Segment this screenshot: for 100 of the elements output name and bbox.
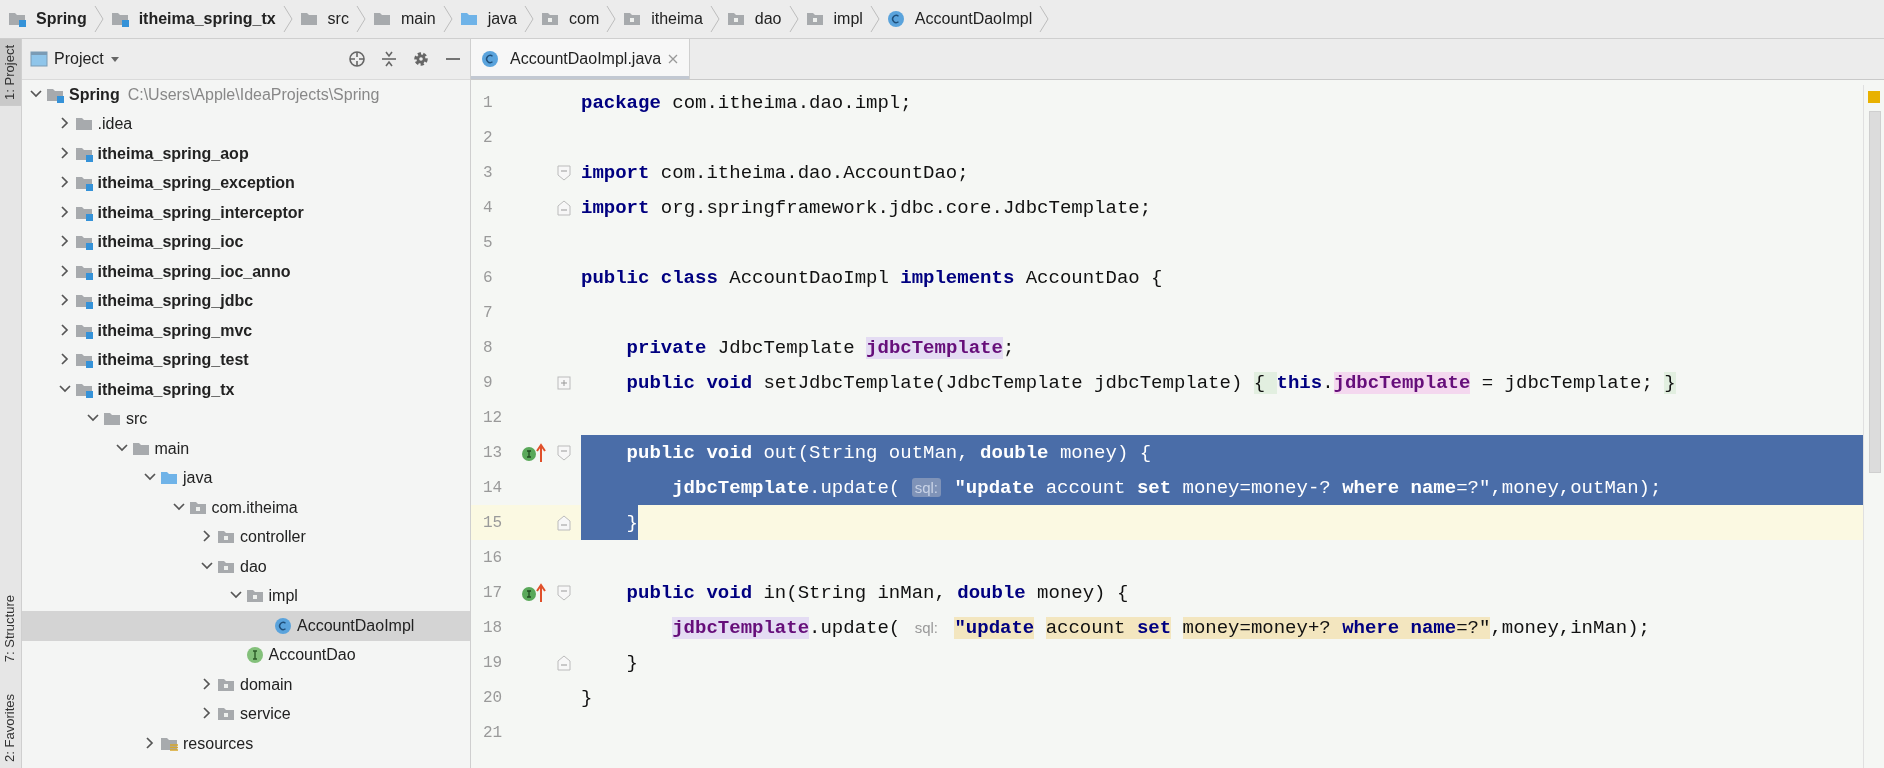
collapse-all-icon[interactable] — [380, 50, 398, 68]
scrollbar[interactable] — [1869, 111, 1881, 473]
tree-item[interactable]: com.itheima — [22, 493, 470, 523]
tool-window-tab[interactable]: 7: Structure — [0, 588, 21, 669]
line-number: 4 — [482, 198, 494, 217]
line-number: 19 — [482, 653, 504, 672]
line-number: 13 — [482, 443, 504, 462]
tree-item[interactable]: main — [22, 434, 470, 464]
tree-item-label: controller — [240, 528, 306, 547]
line-number: 17 — [482, 583, 504, 602]
tool-window-tab[interactable]: 2: Favorites — [0, 688, 21, 768]
line-number: 20 — [482, 688, 504, 707]
tree-item[interactable]: Spring C:\Users\Apple\IdeaProjects\Spring — [22, 80, 470, 110]
code-text: private JdbcTemplate jdbcTemplate; — [625, 335, 1015, 361]
module-folder-icon — [110, 10, 129, 28]
breadcrumb[interactable]: AccountDaoImpl — [882, 10, 1037, 28]
module-folder-icon — [8, 10, 26, 28]
code-text: public void in(String inMan, double money) { — [625, 580, 1129, 606]
package-icon — [623, 10, 642, 28]
chevron-separator-icon — [606, 4, 617, 34]
chevron-separator-icon — [442, 4, 453, 34]
tree-item-label: itheima_spring_tx — [97, 380, 235, 399]
tree-item[interactable]: resources — [22, 729, 470, 759]
tree-item[interactable]: itheima_spring_ioc_anno — [22, 257, 470, 287]
chevron-separator-icon — [355, 4, 366, 34]
chevron-separator-icon — [869, 4, 880, 34]
line-number: 14 — [482, 478, 504, 497]
class-icon — [274, 616, 292, 635]
tree-item[interactable]: itheima_spring_exception — [22, 168, 470, 198]
breadcrumb[interactable]: java — [455, 10, 521, 28]
locate-icon[interactable] — [348, 50, 366, 68]
tree-item[interactable]: itheima_spring_interceptor — [22, 198, 470, 228]
tree-item-label: itheima_spring_test — [97, 351, 249, 370]
code-text: package com.itheima.dao.impl; — [581, 90, 912, 116]
breadcrumb[interactable]: impl — [801, 10, 867, 28]
tree-item[interactable]: impl — [22, 581, 470, 611]
breadcrumb[interactable]: Spring — [4, 10, 91, 28]
chevron-separator-icon — [282, 4, 293, 34]
code-text: public void setJdbcTemplate(JdbcTemplate jdbcTemplate) { this.jdbcTemplate = jdbcTemplate; } — [625, 370, 1676, 396]
line-number: 3 — [482, 163, 494, 182]
breadcrumb[interactable]: main — [368, 10, 440, 28]
class-icon — [481, 50, 499, 68]
tree-item-label: main — [154, 439, 190, 458]
code-text: } — [625, 650, 638, 676]
interface-icon — [245, 646, 264, 665]
tree-item-label: src — [126, 410, 148, 429]
implements-marker-icon[interactable] — [521, 582, 547, 603]
breadcrumb[interactable]: src — [295, 10, 353, 28]
module-folder-icon — [74, 174, 93, 193]
tree-item[interactable]: service — [22, 699, 470, 729]
chevron-separator-icon — [709, 4, 720, 34]
tree-item[interactable]: java — [22, 463, 470, 493]
tree-item[interactable]: dao — [22, 552, 470, 582]
line-number: 2 — [482, 128, 494, 147]
tree-item[interactable]: itheima_spring_mvc — [22, 316, 470, 346]
module-folder-icon — [74, 292, 93, 311]
tree-item[interactable]: domain — [22, 670, 470, 700]
tool-window-tab[interactable]: 1: Project — [0, 39, 21, 106]
package-icon — [805, 10, 824, 28]
line-number: 5 — [482, 233, 494, 252]
tree-item[interactable]: AccountDaoImpl — [22, 611, 470, 641]
code-text: import org.springframework.jdbc.core.JdbcTemplate; — [581, 195, 1152, 221]
tree-item[interactable]: controller — [22, 522, 470, 552]
tree-item[interactable]: itheima_spring_aop — [22, 139, 470, 169]
tree-item[interactable]: itheima_spring_test — [22, 345, 470, 375]
breadcrumb[interactable]: dao — [722, 10, 786, 28]
tree-item[interactable]: .idea — [22, 109, 470, 139]
code-text: } — [581, 505, 638, 540]
project-view-dropdown[interactable]: Project — [30, 50, 120, 68]
caret-icon — [109, 55, 120, 63]
folder-icon — [299, 10, 318, 28]
tree-item-label: itheima_spring_aop — [97, 144, 249, 163]
tree-item-label: itheima_spring_ioc_anno — [97, 262, 291, 281]
editor-tab[interactable]: AccountDaoImpl.java — [471, 39, 691, 79]
code-text: jdbcTemplate.update( sql: "update account set money=money+? where name=?",money,inMan); — [671, 615, 1651, 641]
tree-item-label: itheima_spring_mvc — [97, 321, 253, 340]
line-number: 21 — [482, 723, 504, 742]
settings-icon[interactable] — [412, 50, 430, 68]
breadcrumb[interactable]: itheima_spring_tx — [106, 10, 280, 28]
tree-item-label: impl — [268, 587, 298, 606]
breadcrumb[interactable]: itheima — [619, 10, 707, 28]
package-icon — [541, 10, 559, 28]
line-number: 12 — [482, 408, 504, 427]
close-icon[interactable] — [667, 53, 680, 65]
tree-item[interactable]: itheima_spring_jdbc — [22, 286, 470, 316]
tree-item[interactable]: src — [22, 404, 470, 434]
tree-item[interactable]: itheima_spring_tx — [22, 375, 470, 405]
implements-marker-icon[interactable] — [521, 442, 547, 463]
tree-item-label: java — [183, 469, 213, 488]
line-number: 16 — [482, 548, 504, 567]
tree-item[interactable]: AccountDao — [22, 640, 470, 670]
tree-item-label: com.itheima — [211, 498, 298, 517]
code-text: import com.itheima.dao.AccountDao; — [581, 160, 969, 186]
line-number: 15 — [482, 513, 504, 532]
breadcrumb[interactable]: com — [537, 10, 604, 28]
code-text: } — [581, 685, 593, 711]
chevron-separator-icon — [1039, 4, 1050, 34]
tree-item-label: resources — [183, 734, 254, 753]
tree-item[interactable]: itheima_spring_ioc — [22, 227, 470, 257]
tree-item-label: domain — [240, 675, 293, 694]
